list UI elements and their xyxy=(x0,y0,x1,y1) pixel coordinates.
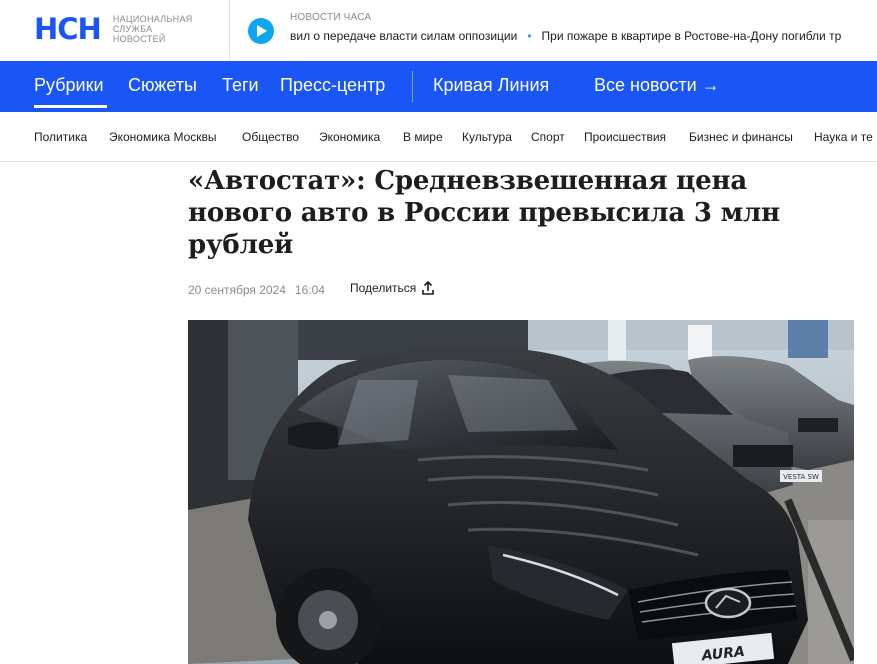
category-science[interactable]: Наука и те xyxy=(814,130,873,144)
top-header: НСН НАЦИОНАЛЬНАЯ СЛУЖБА НОВОСТЕЙ НОВОСТИ… xyxy=(0,0,877,61)
nav-active-indicator xyxy=(34,105,107,108)
category-world[interactable]: В мире xyxy=(403,130,443,144)
share-icon xyxy=(422,281,435,295)
share-label: Поделиться xyxy=(350,281,417,295)
nav-tags[interactable]: Теги xyxy=(222,74,259,96)
category-moscow-economy[interactable]: Экономика Москвы xyxy=(109,130,217,144)
nav-stories[interactable]: Сюжеты xyxy=(128,74,197,96)
category-sport[interactable]: Спорт xyxy=(531,130,565,144)
article-meta: 20 сентября 2024 16:04 xyxy=(188,283,325,297)
ticker-item[interactable]: вил о передаче власти силам оппозиции xyxy=(290,29,517,43)
ticker-item[interactable]: При пожаре в квартире в Ростове-на-Дону … xyxy=(542,29,842,43)
nav-rubrics[interactable]: Рубрики xyxy=(34,74,104,96)
play-news-button[interactable] xyxy=(248,18,274,44)
plate-text: VESTA SW xyxy=(783,473,819,481)
site-logo[interactable]: НСН НАЦИОНАЛЬНАЯ СЛУЖБА НОВОСТЕЙ xyxy=(34,14,193,44)
logo-caption-line: СЛУЖБА xyxy=(112,24,153,34)
nav-press-center[interactable]: Пресс-центр xyxy=(280,74,385,96)
category-society[interactable]: Общество xyxy=(242,130,299,144)
logo-caption-line: НОВОСТЕЙ xyxy=(112,34,166,44)
car-photo-illustration: VESTA SW AURA xyxy=(188,320,854,664)
category-business[interactable]: Бизнес и финансы xyxy=(689,130,793,144)
category-nav: Политика Экономика Москвы Общество Эконо… xyxy=(0,112,877,162)
category-incidents[interactable]: Происшествия xyxy=(584,130,666,144)
nav-krivaya-liniya[interactable]: Кривая Линия xyxy=(433,74,549,96)
news-ticker[interactable]: вил о передаче власти силам оппозиции • Пр… xyxy=(290,29,877,45)
logo-caption-line: НАЦИОНАЛЬНАЯ xyxy=(112,14,193,24)
logo-mark: НСН xyxy=(34,12,102,46)
play-icon xyxy=(257,25,267,37)
article-time: 16:04 xyxy=(294,283,325,297)
share-button[interactable]: Поделиться xyxy=(350,281,435,295)
category-politics[interactable]: Политика xyxy=(34,130,87,144)
article-photo: VESTA SW AURA xyxy=(188,320,854,664)
header-divider xyxy=(229,0,230,61)
article-date: 20 сентября 2024 xyxy=(188,283,286,297)
ticker-separator: • xyxy=(527,29,532,43)
logo-caption: НАЦИОНАЛЬНАЯ СЛУЖБА НОВОСТЕЙ xyxy=(113,14,193,44)
nav-divider xyxy=(412,71,413,102)
category-economy[interactable]: Экономика xyxy=(319,130,380,144)
article-title: «Автостат»: Средневзвешенная цена нового… xyxy=(188,166,780,260)
main-nav: Рубрики Сюжеты Теги Пресс-центр Кривая Л… xyxy=(0,61,877,112)
nav-all-news[interactable]: Все новости → xyxy=(594,74,720,96)
news-hour-label: НОВОСТИ ЧАСА xyxy=(290,12,372,23)
category-culture[interactable]: Культура xyxy=(462,130,512,144)
